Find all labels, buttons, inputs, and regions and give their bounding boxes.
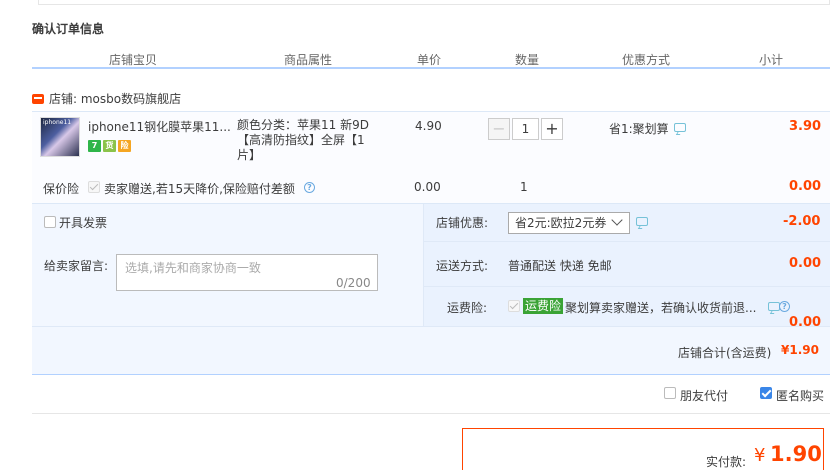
column-header-subtotal: 小计 [759,53,784,67]
anonymous-label[interactable]: 匿名购买 [776,387,824,404]
attr-line-1: 颜色分类：苹果11 新9D [237,118,369,132]
qty-plus-button[interactable]: + [541,118,563,140]
quantity-input[interactable]: 1 [512,118,539,140]
column-header-price: 单价 [417,53,442,67]
options-row-divider [424,286,830,287]
pay-amount: 1.90 [770,442,822,466]
freight-insurance-label: 运费险: [447,301,488,315]
qty-minus-button[interactable]: − [488,118,510,140]
attr-line-2: 【高清防指纹】全屏【1 [237,133,365,147]
product-title-link[interactable]: iphone11钢化膜苹果11... [88,118,231,135]
anonymous-checkbox[interactable] [760,387,772,399]
message-char-count: 0/200 [336,276,371,290]
options-row-divider [424,241,830,242]
help-icon[interactable]: ? [779,301,790,312]
promo-info-icon[interactable] [674,123,686,132]
invoice-checkbox[interactable] [44,216,56,228]
shipping-method: 普通配送 快递 免邮 [508,259,612,273]
insurance-label: 保价险 [43,182,80,196]
insurance-subtotal: 0.00 [789,179,822,194]
options-bottom-divider [32,326,830,327]
shipping-amount: 0.00 [789,256,822,271]
options-column-divider [423,204,424,326]
column-header-item: 店铺宝贝 [109,53,158,67]
insurance-checkbox[interactable] [88,181,100,193]
freight-insurance-description: 聚划算卖家赠送，若确认收货前退... [565,301,757,315]
invoice-label[interactable]: 开具发票 [59,214,107,231]
product-attributes: 颜色分类：苹果11 新9D 【高清防指纹】全屏【1 片】 [237,118,387,163]
shipping-label: 运送方式: [436,259,489,273]
unit-price: 4.90 [415,119,442,133]
shop-discount-label: 店铺优惠: [436,216,489,230]
item-subtotal: 3.90 [789,119,822,134]
column-header-promo: 优惠方式 [622,53,671,67]
shop-total-label: 店铺合计(含运费) [678,346,772,360]
insurance-description: 卖家赠送,若15天降价,保险赔付差额 [104,182,295,196]
freight-insurance-tag: 运费险 [523,298,564,314]
service-badge-insurance-icon[interactable]: 险 [118,140,131,152]
header-divider [32,67,830,69]
friend-pay-checkbox[interactable] [664,387,676,399]
help-icon[interactable]: ? [304,182,315,193]
freight-insurance-checkbox[interactable] [508,300,520,312]
options-divider [32,413,830,414]
pay-currency: ¥ [754,445,766,466]
shop-name-link[interactable]: 店铺: mosbo数码旗舰店 [49,90,181,107]
shop-total-amount: ¥1.90 [781,343,819,357]
service-badge-7day-icon[interactable]: 7 [88,140,101,152]
pay-label: 实付款: [706,455,747,469]
product-thumbnail[interactable]: iphone11 [40,117,80,157]
top-border [38,0,830,5]
service-badge-goods-icon[interactable]: 货 [103,140,116,152]
thumbnail-text: iphone11 [43,119,72,126]
promo-method: 省1:聚划算 [609,122,669,136]
insurance-price: 0.00 [414,180,441,194]
insurance-qty: 1 [520,180,528,194]
column-header-attr: 商品属性 [284,53,333,67]
discount-info-icon[interactable] [636,217,648,226]
shop-discount-select[interactable]: 省2元:欧拉2元券 [508,212,630,234]
freight-insurance-amount: 0.00 [789,315,822,330]
friend-pay-label[interactable]: 朋友代付 [680,387,728,404]
column-header-qty: 数量 [515,53,540,67]
message-label: 给卖家留言: [44,259,109,273]
section-title: 确认订单信息 [32,22,105,36]
message-placeholder: 选填,请先和商家协商一致 [125,261,261,275]
shop-icon [32,94,44,104]
attr-line-3: 片】 [237,148,262,162]
shop-discount-amount: -2.00 [783,214,821,229]
